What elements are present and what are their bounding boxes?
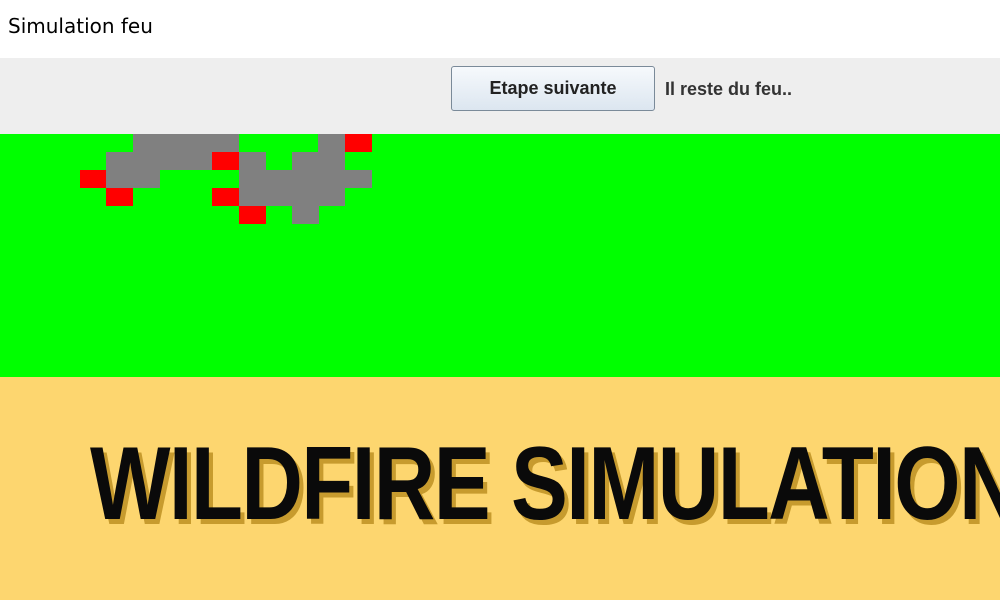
ash-cell [318, 152, 345, 170]
fire-cell [80, 170, 107, 188]
status-text: Il reste du feu.. [665, 79, 793, 99]
ash-cell [133, 170, 160, 188]
ash-cell [159, 152, 186, 170]
ash-cell [239, 152, 266, 170]
ash-cell [186, 152, 213, 170]
ash-cell [239, 170, 266, 188]
simulation-grid [0, 134, 1000, 377]
fire-cell [212, 152, 239, 170]
next-step-button[interactable]: Etape suivante [451, 66, 655, 111]
fire-cell [106, 188, 133, 206]
ash-cell [239, 188, 266, 206]
ash-cell [318, 188, 345, 206]
ash-cell [133, 134, 160, 152]
banner: WILDFIRE SIMULATION [0, 377, 1000, 600]
ash-cell [159, 134, 186, 152]
window-titlebar: Simulation feu [0, 0, 1000, 58]
ash-cell [212, 134, 239, 152]
ash-cell [265, 188, 292, 206]
ash-cell [292, 152, 319, 170]
window-title: Simulation feu [8, 14, 153, 38]
fire-cell [345, 134, 372, 152]
ash-cell [318, 170, 345, 188]
ash-cell [265, 170, 292, 188]
ash-cell [106, 170, 133, 188]
fire-cell [239, 206, 266, 224]
fire-cell [212, 188, 239, 206]
ash-cell [292, 206, 319, 224]
ash-cell [345, 170, 372, 188]
ash-cell [292, 170, 319, 188]
banner-title: WILDFIRE SIMULATION [90, 426, 1000, 542]
ash-cell [186, 134, 213, 152]
toolbar: Etape suivante Il reste du feu.. [0, 58, 1000, 134]
ash-cell [318, 134, 345, 152]
ash-cell [292, 188, 319, 206]
ash-cell [133, 152, 160, 170]
ash-cell [106, 152, 133, 170]
